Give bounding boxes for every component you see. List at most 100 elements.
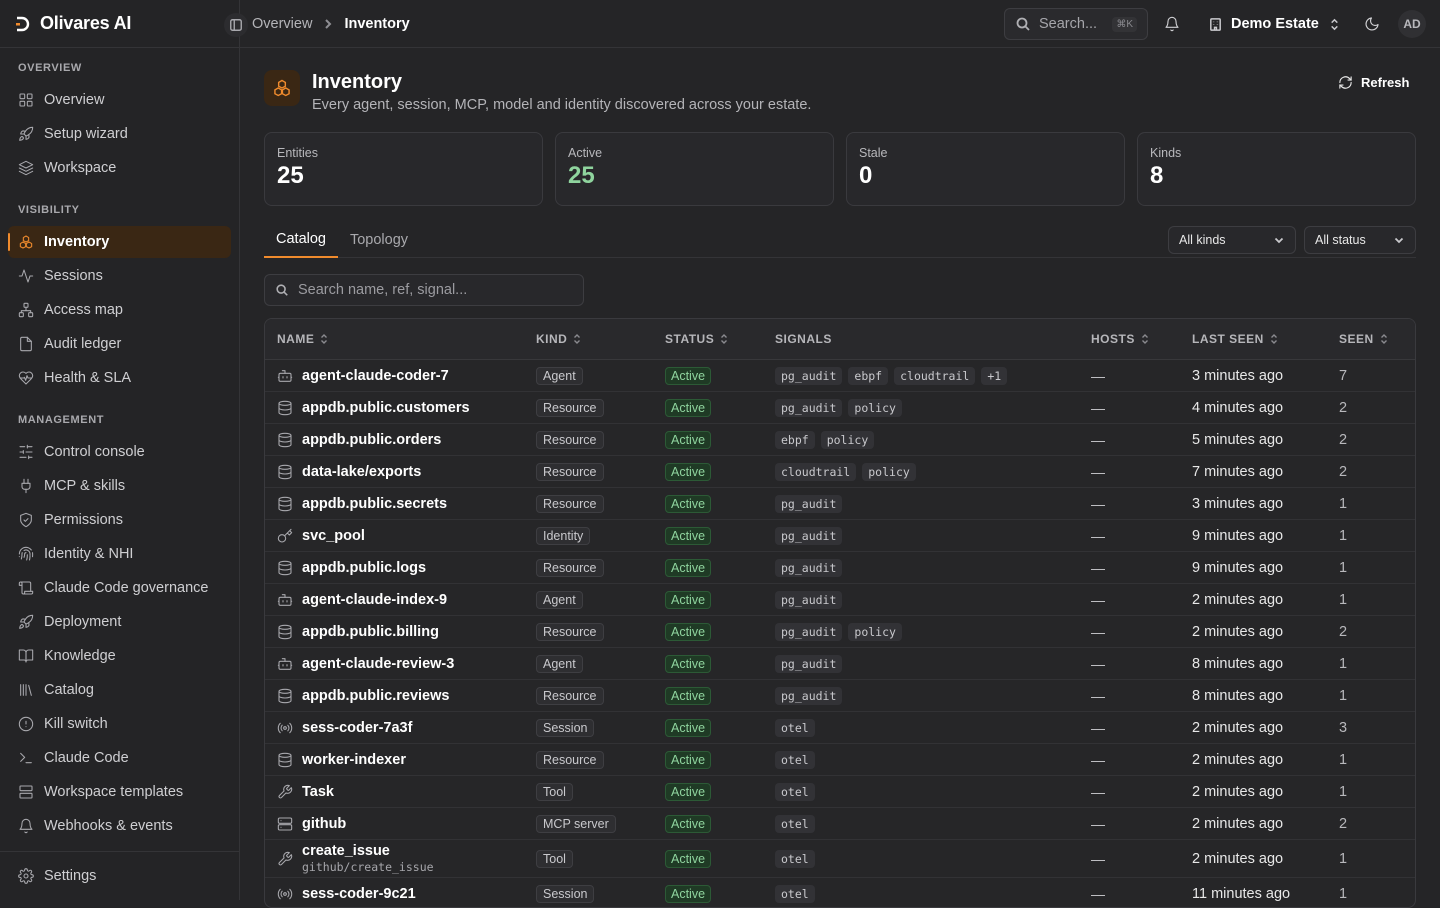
status-filter-select[interactable]: All status <box>1304 226 1416 254</box>
refresh-button[interactable]: Refresh <box>1328 68 1419 96</box>
kind-cell: Resource <box>536 392 604 423</box>
moon-icon <box>1365 17 1379 31</box>
column-header-status[interactable]: STATUS <box>665 332 728 346</box>
table-row[interactable]: agent-claude-review-3 Agent Active pg_audit… <box>265 648 1415 680</box>
kind-filter-value: All kinds <box>1179 233 1226 247</box>
sort-icon <box>1141 334 1148 344</box>
sidebar-item-label: Workspace <box>44 160 117 176</box>
sidebar-item-claude-code-governance[interactable]: Claude Code governance <box>8 572 231 604</box>
entity-name: agent-claude-index-9 <box>302 591 448 608</box>
table-row[interactable]: appdb.public.logs Resource Active pg_audit —… <box>265 552 1415 584</box>
sidebar-item-settings[interactable]: Settings <box>8 860 231 892</box>
table-row[interactable]: worker-indexer Resource Active otel — 2 minut… <box>265 744 1415 776</box>
sidebar-item-identity-nhi[interactable]: Identity & NHI <box>8 538 231 570</box>
entity-name: github <box>302 815 347 832</box>
sidebar-item-mcp-skills[interactable]: MCP & skills <box>8 470 231 502</box>
entity-name: appdb.public.billing <box>302 623 439 640</box>
table-row[interactable]: agent-claude-coder-7 Agent Active pg_audit e… <box>265 360 1415 392</box>
sidebar-item-health-sla[interactable]: Health & SLA <box>8 362 231 394</box>
key-icon <box>277 528 293 543</box>
sidebar-item-webhooks-events[interactable]: Webhooks & events <box>8 810 231 842</box>
table-row[interactable]: appdb.public.reviews Resource Active pg_aud… <box>265 680 1415 712</box>
kind-cell: Identity <box>536 520 591 551</box>
refresh-label: Refresh <box>1361 74 1410 90</box>
last-seen-cell: 2 minutes ago <box>1192 850 1284 867</box>
table-row[interactable]: Task Tool Active otel — 2 minutes ago 1 <box>265 776 1415 808</box>
sidebar-item-kill-switch[interactable]: Kill switch <box>8 708 231 740</box>
avatar[interactable]: AD <box>1398 10 1426 38</box>
sidebar-item-overview[interactable]: Overview <box>8 84 231 116</box>
estate-name: Demo Estate <box>1231 16 1319 32</box>
breadcrumb-overview[interactable]: Overview <box>252 16 312 32</box>
status-cell: Active <box>665 712 712 743</box>
hosts-cell: — <box>1091 783 1105 800</box>
sidebar-item-sessions[interactable]: Sessions <box>8 260 231 292</box>
sidebar-item-inventory[interactable]: Inventory <box>8 226 231 258</box>
table-search[interactable] <box>264 274 584 306</box>
hosts-cell: — <box>1091 367 1105 384</box>
seen-count-cell: 7 <box>1339 367 1348 384</box>
table-row[interactable]: sess-coder-9c21 Session Active otel — 11 minu… <box>265 878 1415 907</box>
sidebar-item-audit-ledger[interactable]: Audit ledger <box>8 328 231 360</box>
sidebar-item-label: Catalog <box>44 682 94 698</box>
sidebar-item-permissions[interactable]: Permissions <box>8 504 231 536</box>
hosts-cell: — <box>1091 431 1105 448</box>
status-badge: Active <box>665 398 712 417</box>
column-header-seen[interactable]: SEEN <box>1339 332 1388 346</box>
signal-tag: cloudtrail <box>775 462 857 481</box>
column-header-kind[interactable]: KIND <box>536 332 581 346</box>
table-row[interactable]: create_issue github/create_issue Tool Activ… <box>265 840 1415 878</box>
notifications-button[interactable] <box>1161 13 1183 35</box>
entity-ref: github/create_issue <box>302 859 434 874</box>
sidebar-item-access-map[interactable]: Access map <box>8 294 231 326</box>
sidebar-item-workspace[interactable]: Workspace <box>8 152 231 184</box>
sidebar-item-workspace-templates[interactable]: Workspace templates <box>8 776 231 808</box>
table-row[interactable]: appdb.public.billing Resource Active pg_aud… <box>265 616 1415 648</box>
last-seen-cell: 2 minutes ago <box>1192 815 1284 832</box>
sidebar-item-label: Setup wizard <box>44 126 128 142</box>
seen-count-cell: 2 <box>1339 431 1348 448</box>
sidebar-item-deployment[interactable]: Deployment <box>8 606 231 638</box>
book-icon <box>18 649 34 663</box>
table-row[interactable]: appdb.public.orders Resource Active ebpf pol… <box>265 424 1415 456</box>
kind-filter-select[interactable]: All kinds <box>1168 226 1296 254</box>
sidebar-item-label: Claude Code governance <box>44 580 209 596</box>
sidebar-item-catalog[interactable]: Catalog <box>8 674 231 706</box>
building-icon <box>1210 17 1221 31</box>
seen-count-cell: 1 <box>1339 751 1348 768</box>
table-row[interactable]: svc_pool Identity Active pg_audit — 9 minutes… <box>265 520 1415 552</box>
global-search[interactable]: Search... ⌘K <box>1004 8 1148 40</box>
table-row[interactable]: github MCP server Active otel — 2 minutes ago… <box>265 808 1415 840</box>
column-header-hosts[interactable]: HOSTS <box>1091 332 1149 346</box>
kind-cell: Resource <box>536 616 604 647</box>
status-badge: Active <box>665 462 712 481</box>
column-header-last-seen[interactable]: LAST SEEN <box>1192 332 1278 346</box>
column-header-name[interactable]: NAME <box>277 332 328 346</box>
kind-cell: Agent <box>536 648 583 679</box>
kind-badge: Resource <box>536 750 604 769</box>
tab-topology[interactable]: Topology <box>338 222 420 258</box>
sidebar-item-setup-wizard[interactable]: Setup wizard <box>8 118 231 150</box>
table-row[interactable]: appdb.public.secrets Resource Active pg_aud… <box>265 488 1415 520</box>
table-row[interactable]: appdb.public.customers Resource Active pg_a… <box>265 392 1415 424</box>
brand[interactable]: Olivares AI <box>0 0 239 48</box>
table-search-input[interactable] <box>298 282 558 298</box>
scroll-icon <box>18 581 34 595</box>
table-row[interactable]: agent-claude-index-9 Agent Active pg_audit —… <box>265 584 1415 616</box>
seen-count-cell: 3 <box>1339 719 1348 736</box>
status-badge: Active <box>665 430 712 449</box>
column-header-label: SIGNALS <box>775 332 832 346</box>
sidebar-toggle-button[interactable] <box>224 13 248 37</box>
estate-switcher[interactable]: Demo Estate <box>1208 8 1342 40</box>
seen-count-cell: 1 <box>1339 783 1348 800</box>
table-row[interactable]: sess-coder-7a3f Session Active otel — 2 minut… <box>265 712 1415 744</box>
tab-catalog[interactable]: Catalog <box>264 222 338 258</box>
sidebar-item-claude-code[interactable]: Claude Code <box>8 742 231 774</box>
bell-icon <box>19 818 33 834</box>
theme-toggle-button[interactable] <box>1361 13 1383 35</box>
sidebar-item-control-console[interactable]: Control console <box>8 436 231 468</box>
sidebar-item-knowledge[interactable]: Knowledge <box>8 640 231 672</box>
table-row[interactable]: data-lake/exports Resource Active cloudtrai… <box>265 456 1415 488</box>
signal-tag: ebpf <box>775 430 815 449</box>
last-seen-cell: 11 minutes ago <box>1192 885 1291 902</box>
